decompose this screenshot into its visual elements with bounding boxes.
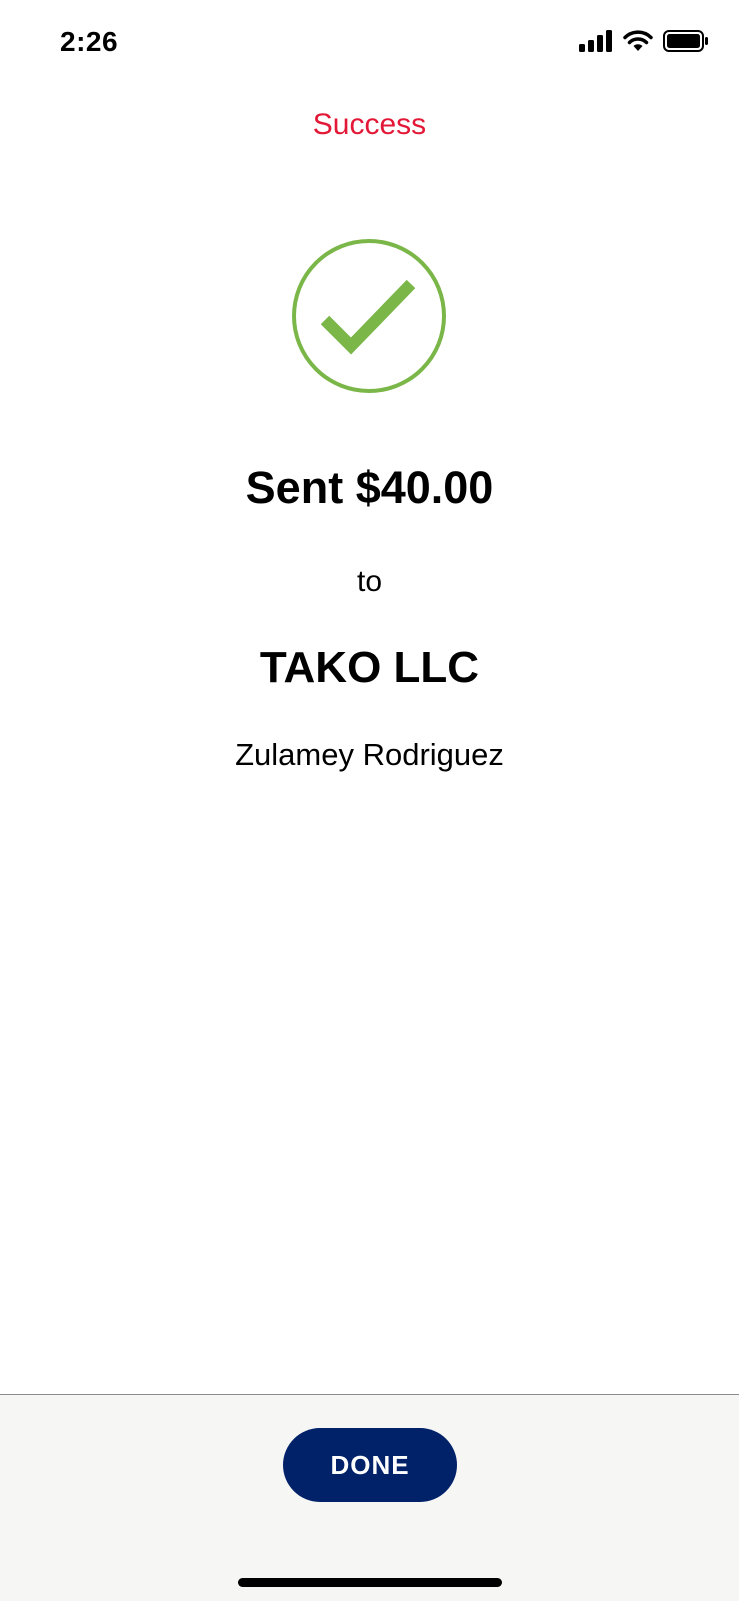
battery-icon [663, 30, 708, 52]
wifi-icon [623, 30, 653, 51]
signal-icon [579, 30, 612, 52]
connector-text: to [356, 565, 383, 598]
footer-bar: DONE [0, 1394, 739, 1601]
contact-name: Zulamey Rodriguez [235, 737, 504, 772]
page-title: Success [312, 108, 427, 141]
success-check-icon [289, 236, 449, 396]
home-indicator[interactable] [238, 1578, 502, 1587]
recipient-name: TAKO LLC [259, 643, 480, 692]
status-icons [579, 30, 709, 52]
status-bar: 2:26 [0, 0, 739, 90]
amount-sent: Sent $40.00 [245, 462, 494, 513]
status-time: 2:26 [60, 26, 119, 57]
done-button[interactable]: DONE [283, 1428, 457, 1502]
